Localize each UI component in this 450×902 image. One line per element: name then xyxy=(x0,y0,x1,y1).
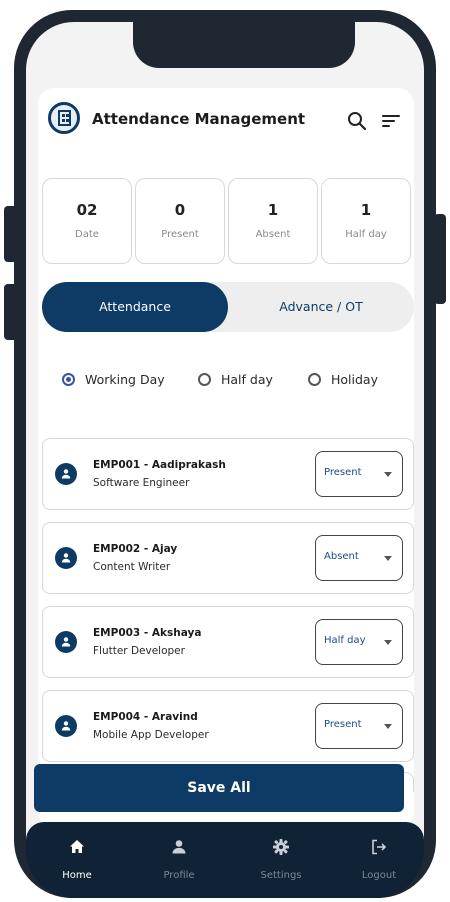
stat-label: Absent xyxy=(255,229,291,240)
radio-working-day[interactable]: Working Day xyxy=(62,372,165,387)
stat-label: Date xyxy=(75,229,99,240)
nav-item-settings[interactable]: Settings xyxy=(236,822,326,898)
employee-name: EMP004 - Aravind xyxy=(93,711,198,723)
summary-stats: 02 Date 0 Present 1 Absent 1 Half day xyxy=(42,178,414,264)
radio-label: Holiday xyxy=(331,372,378,387)
logout-icon xyxy=(372,839,387,855)
stat-value: 02 xyxy=(76,201,98,219)
nav-item-logout[interactable]: Logout xyxy=(334,822,424,898)
chevron-down-icon xyxy=(384,556,392,561)
app-header: Attendance Management xyxy=(38,88,414,154)
employee-role: Mobile App Developer xyxy=(93,729,209,741)
chevron-down-icon xyxy=(384,724,392,729)
stat-card-half-day: 1 Half day xyxy=(321,178,411,264)
filter-icon[interactable] xyxy=(380,110,402,132)
search-icon[interactable] xyxy=(346,110,368,132)
app-logo-icon xyxy=(48,102,80,134)
employee-row: EMP002 - Ajay Content Writer Absent xyxy=(42,522,414,594)
nav-label: Home xyxy=(62,870,92,881)
radio-label: Working Day xyxy=(85,372,165,387)
day-type-radio-group: Working Day Half day Holiday xyxy=(42,350,414,414)
stat-card-present: 0 Present xyxy=(135,178,225,264)
employee-role: Content Writer xyxy=(93,561,171,573)
employee-name: EMP001 - Aadiprakash xyxy=(93,459,226,471)
status-dropdown[interactable]: Absent xyxy=(315,535,403,581)
employee-name: EMP003 - Akshaya xyxy=(93,627,202,639)
status-dropdown[interactable]: Half day xyxy=(315,619,403,665)
employee-name: EMP002 - Ajay xyxy=(93,543,178,555)
radio-label: Half day xyxy=(221,372,273,387)
chevron-down-icon xyxy=(384,640,392,645)
stat-value: 1 xyxy=(360,201,372,219)
status-dropdown[interactable]: Present xyxy=(315,703,403,749)
radio-half-day[interactable]: Half day xyxy=(198,372,273,387)
nav-label: Settings xyxy=(260,870,302,881)
tab-advance-ot[interactable]: Advance / OT xyxy=(228,282,414,332)
phone-screen: Attendance Management 02 Date 0 Present … xyxy=(26,22,424,886)
avatar-person-icon xyxy=(55,463,77,485)
profile-icon xyxy=(172,840,186,854)
radio-unchecked-icon xyxy=(308,373,321,386)
stat-value: 0 xyxy=(174,201,186,219)
nav-label: Logout xyxy=(361,870,397,881)
radio-unchecked-icon xyxy=(198,373,211,386)
radio-holiday[interactable]: Holiday xyxy=(308,372,378,387)
app-title: Attendance Management xyxy=(92,110,306,128)
stat-label: Present xyxy=(161,229,199,240)
employee-row: EMP003 - Akshaya Flutter Developer Half … xyxy=(42,606,414,678)
status-value: Absent xyxy=(324,551,359,562)
bottom-navigation: Home Profile Settings Logout xyxy=(26,822,424,898)
employee-row: EMP001 - Aadiprakash Software Engineer P… xyxy=(42,438,414,510)
stat-card-absent: 1 Absent xyxy=(228,178,318,264)
nav-label: Profile xyxy=(163,870,195,881)
save-all-button[interactable]: Save All xyxy=(34,764,404,812)
stat-value: 1 xyxy=(267,201,279,219)
status-value: Present xyxy=(324,467,362,478)
home-icon xyxy=(70,840,84,853)
phone-notch xyxy=(133,22,355,68)
stat-label: Half day xyxy=(345,229,387,240)
employee-role: Software Engineer xyxy=(93,477,190,489)
status-dropdown[interactable]: Present xyxy=(315,451,403,497)
gear-icon xyxy=(273,839,289,855)
radio-checked-icon xyxy=(62,373,75,386)
stat-card-date: 02 Date xyxy=(42,178,132,264)
avatar-person-icon xyxy=(55,631,77,653)
avatar-person-icon xyxy=(55,715,77,737)
avatar-person-icon xyxy=(55,547,77,569)
chevron-down-icon xyxy=(384,472,392,477)
tab-bar: Attendance Advance / OT xyxy=(42,282,414,332)
status-value: Half day xyxy=(324,635,366,646)
nav-item-profile[interactable]: Profile xyxy=(134,822,224,898)
status-value: Present xyxy=(324,719,362,730)
employee-role: Flutter Developer xyxy=(93,645,185,657)
nav-item-home[interactable]: Home xyxy=(32,822,122,898)
employee-row: EMP004 - Aravind Mobile App Developer Pr… xyxy=(42,690,414,762)
tab-attendance[interactable]: Attendance xyxy=(42,282,228,332)
main-content: Attendance Management 02 Date 0 Present … xyxy=(38,88,414,828)
